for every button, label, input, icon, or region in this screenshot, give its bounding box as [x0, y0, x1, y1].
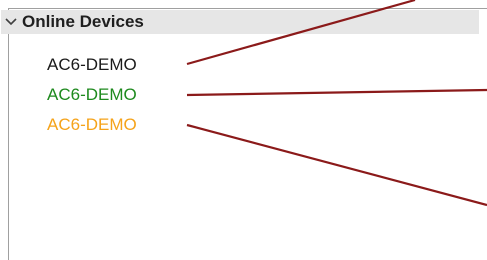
online-devices-group-header[interactable]: Online Devices — [1, 10, 479, 34]
group-label: Online Devices — [22, 12, 144, 31]
device-item-2[interactable]: AC6-DEMO — [47, 85, 137, 105]
device-item-1[interactable]: AC6-DEMO — [47, 55, 137, 75]
chevron-down-icon[interactable] — [2, 10, 20, 34]
device-item-3[interactable]: AC6-DEMO — [47, 115, 137, 135]
